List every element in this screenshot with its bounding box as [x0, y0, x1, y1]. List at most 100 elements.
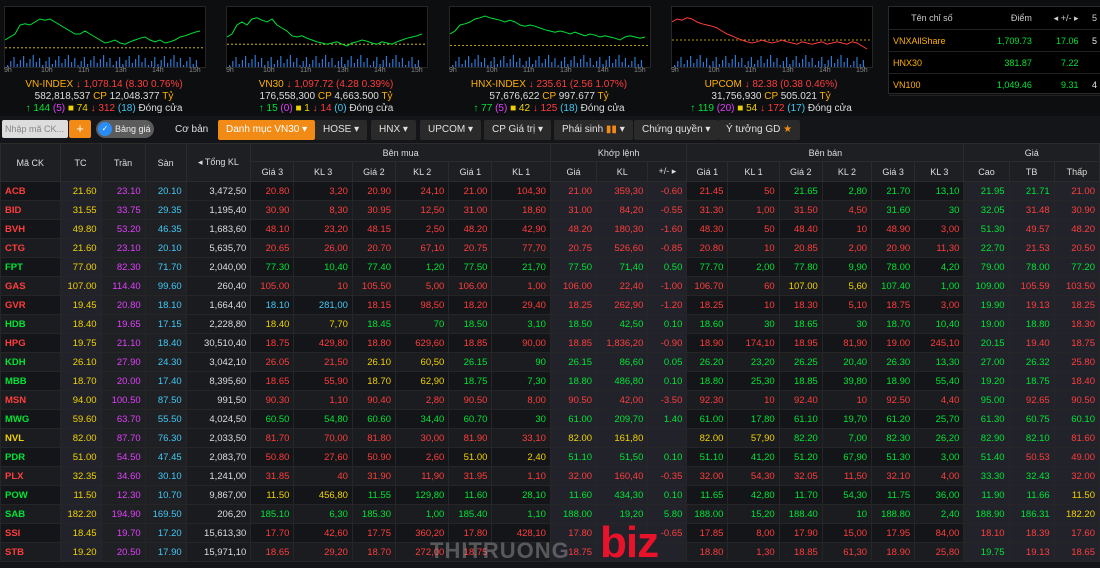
low-price-cell: 103.50	[1053, 276, 1100, 296]
high-price-cell: 19.00	[963, 314, 1010, 334]
col-total-vol[interactable]: ◂ Tổng KL	[185, 143, 252, 182]
volume-bar	[138, 55, 140, 67]
ask-price-cell: 188.80	[871, 504, 916, 524]
basic-button[interactable]: Cơ bản	[175, 120, 208, 140]
ref-price-cell: 18.40	[59, 314, 102, 334]
volume-bar	[417, 60, 419, 67]
table-row[interactable]: STB 19.20 20.50 17.90 15,971,10 18.65 29,20 18.…	[0, 542, 1100, 562]
symbol-cell[interactable]: CTG	[0, 238, 61, 258]
volume-bar	[805, 55, 807, 67]
time-tick: 14h	[374, 67, 386, 74]
symbol-cell[interactable]: MWG	[0, 409, 61, 429]
symbol-cell[interactable]: PLX	[0, 466, 61, 486]
symbol-cell[interactable]: NVL	[0, 428, 61, 448]
table-row[interactable]: FPT 77.00 82.30 71.70 2,040,00 77.30 10,40 77.4…	[0, 257, 1100, 277]
table-row[interactable]: BVH 49.80 53.20 46.35 1,683,60 48.10 23,20 48.1…	[0, 219, 1100, 239]
ask-price-cell: 32.10	[871, 466, 916, 486]
symbol-cell[interactable]: SAB	[0, 504, 61, 524]
volume-bar	[170, 59, 172, 67]
symbol-cell[interactable]: PDR	[0, 447, 61, 467]
volume-bar	[757, 60, 759, 67]
symbol-cell[interactable]: FPT	[0, 257, 61, 277]
bid-price-cell: 90.40	[351, 390, 396, 410]
volume-bar	[83, 57, 85, 67]
side-row[interactable]: VNXAllShare 1,709.73 17.06 5	[889, 29, 1100, 52]
volume-bar	[862, 60, 864, 67]
table-row[interactable]: PLX 32.35 34.60 30.10 1,241,00 31.85 40 31.90 11…	[0, 466, 1100, 486]
ask-price-cell: 26.30	[871, 352, 916, 372]
side-row[interactable]: HNX30 381.87 7.22	[889, 51, 1100, 74]
col-change[interactable]: ◂ +/- ▸	[1035, 7, 1083, 30]
volume-bar	[573, 56, 575, 67]
price-board-toggle[interactable]: ✓ Bảng giá	[96, 120, 154, 138]
symbol-cell[interactable]: GVR	[0, 295, 61, 315]
ask-volume-cell: 10	[727, 295, 780, 315]
volume-bar	[544, 59, 546, 67]
table-row[interactable]: MBB 18.70 20.00 17.40 8,395,60 18.65 55,90 18.7…	[0, 371, 1100, 391]
table-row[interactable]: MWG 59.60 63.70 55.50 4,024,50 60.50 54,80 60.6…	[0, 409, 1100, 429]
col-match-change[interactable]: +/- ▸	[647, 161, 688, 182]
index-value-line: HNX-INDEX ↓ 235.61 (2.56 1.07%)	[445, 79, 653, 90]
tab-hnx[interactable]: HNX ▾	[371, 120, 416, 140]
ref-price-cell: 11.50	[59, 485, 102, 505]
symbol-cell[interactable]: MSN	[0, 390, 61, 410]
tab-vn30[interactable]: Danh mục VN30 ▾	[218, 120, 316, 140]
volume-bar	[690, 56, 692, 67]
symbol-cell[interactable]: SSI	[0, 523, 61, 543]
volume-bar	[760, 56, 762, 67]
side-row[interactable]: VN100 1,049.46 9.31 4	[889, 73, 1100, 96]
table-row[interactable]: KDH 26.10 27.90 24.30 3,042,10 26.05 21,50 26.1…	[0, 352, 1100, 372]
symbol-cell[interactable]: ACB	[0, 181, 61, 201]
table-row[interactable]: HPG 19.75 21.10 18.40 30,510,40 18.75 429,80 18…	[0, 333, 1100, 353]
table-row[interactable]: BID 31.55 33.75 29.35 1,195,40 30.90 8,30 30.95…	[0, 200, 1100, 220]
symbol-search-input[interactable]: Nhập mã CK...	[2, 120, 68, 138]
bar-chart-icon: ▮▮	[605, 124, 617, 135]
tab-y-tuong-gd[interactable]: Ý tưởng GD ★	[718, 120, 801, 140]
symbol-cell[interactable]: POW	[0, 485, 61, 505]
bid-volume-cell: 429,80	[293, 333, 353, 353]
table-row[interactable]: SSI 18.45 19.70 17.20 15,613,30 17.70 42,60 17.…	[0, 523, 1100, 543]
col-avg: TB	[1008, 161, 1055, 182]
ceil-price-cell: 19.70	[100, 523, 146, 543]
table-row[interactable]: NVL 82.00 87.70 76.30 2,033,50 81.70 70,00 81.8…	[0, 428, 1100, 448]
tab-chung-quyen[interactable]: Chứng quyền ▾	[634, 120, 719, 140]
match-price-cell: 18.80	[549, 371, 598, 391]
volume-bar	[509, 59, 511, 67]
table-row[interactable]: HDB 18.40 19.65 17.15 2,228,80 18.40 7,70 18.45…	[0, 314, 1100, 334]
symbol-cell[interactable]: HDB	[0, 314, 61, 334]
tab-phai-sinh[interactable]: Phái sinh ▮▮ ▾	[554, 120, 633, 140]
up-count: 77	[478, 103, 496, 114]
ask-price-cell: 48.90	[871, 219, 916, 239]
symbol-cell[interactable]: GAS	[0, 276, 61, 296]
tab-hose[interactable]: HOSE ▾	[315, 120, 368, 140]
table-row[interactable]: GVR 19.45 20.80 18.10 1,664,40 18.10 281,00 18.…	[0, 295, 1100, 315]
add-symbol-button[interactable]: +	[69, 120, 91, 138]
bid-volume-cell: 360,20	[394, 523, 450, 543]
symbol-cell[interactable]: BVH	[0, 219, 61, 239]
time-tick: 11h	[300, 67, 312, 74]
volume-bar	[286, 59, 288, 67]
volume-bar	[605, 60, 607, 67]
symbol-cell[interactable]: STB	[0, 542, 61, 562]
tab-cp-gia-tri[interactable]: CP Giá trị ▾	[484, 120, 551, 140]
symbol-cell[interactable]: HPG	[0, 333, 61, 353]
volume-bar	[347, 60, 349, 67]
high-price-cell: 19.20	[963, 371, 1010, 391]
table-row[interactable]: POW 11.50 12.30 10.70 9,867,00 11.50 456,80 11.…	[0, 485, 1100, 505]
volume-bar	[64, 59, 66, 67]
table-row[interactable]: ACB 21.60 23.10 20.10 3,472,50 20.80 3,20 20.90…	[0, 181, 1100, 201]
symbol-cell[interactable]: KDH	[0, 352, 61, 372]
table-row[interactable]: CTG 21.60 23.10 20.10 5,635,70 20.65 26,00 20.7…	[0, 238, 1100, 258]
tab-upcom[interactable]: UPCOM ▾	[420, 120, 482, 140]
table-row[interactable]: MSN 94.00 100.50 87.50 991,50 90.30 1,10 90.40 2…	[0, 390, 1100, 410]
floor-count: (17)	[787, 103, 806, 114]
symbol-cell[interactable]: BID	[0, 200, 61, 220]
index-volume: 176,558,300	[259, 91, 316, 102]
match-price-cell: 21.00	[549, 181, 598, 201]
col-symbol[interactable]: Mã CK	[0, 143, 61, 182]
index-volume-line: 57,676,622 CP 997.677 Tỷ	[445, 91, 653, 102]
table-row[interactable]: SAB 182.20 194.90 169.50 206,20 185.10 6,30 185…	[0, 504, 1100, 524]
table-row[interactable]: PDR 51.00 54.50 47.45 2,083,70 50.80 27,60 50.9…	[0, 447, 1100, 467]
table-row[interactable]: GAS 107.00 114.40 99.60 260,40 105.00 10 105.50…	[0, 276, 1100, 296]
symbol-cell[interactable]: MBB	[0, 371, 61, 391]
